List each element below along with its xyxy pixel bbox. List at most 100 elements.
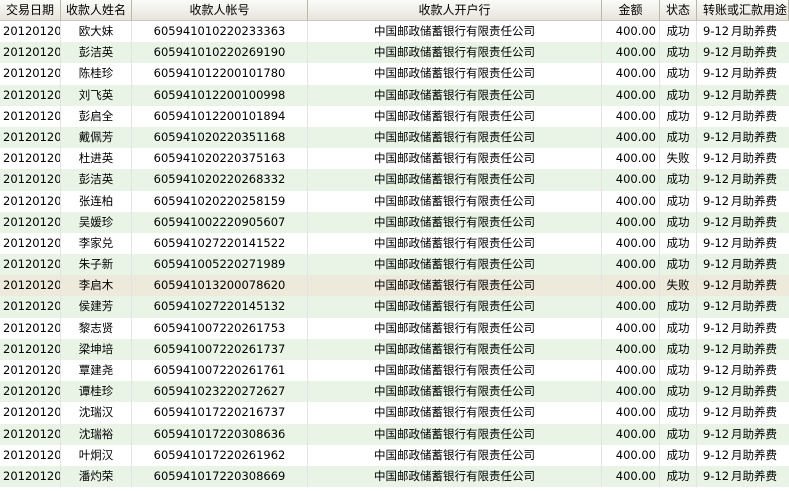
payee-bank-cell: 中国邮政储蓄银行有限责任公司 [308,381,602,403]
payee-name-cell: 戴佩芳 [61,126,132,149]
column-header-payee-name[interactable]: 收款人姓名 [61,0,132,20]
payee-account-cell: 605941013200078620 [132,275,308,297]
status-cell: 成功 [660,211,697,233]
status-cell: 成功 [660,338,697,360]
amount-cell: 400.00 [602,275,660,297]
purpose-cell: 9-12 月助养费 [697,339,789,360]
payee-account-cell: 605941012200100998 [132,84,308,106]
status-cell: 成功 [660,84,697,106]
purpose-text: 月助养费 [731,257,777,272]
purpose-code: 9-12 [703,278,730,293]
purpose-code: 9-12 [703,172,730,187]
payee-name-cell: 侯建芳 [61,296,132,318]
table-row[interactable]: 20120120 彭启全 605941012200101894 中国邮政储蓄银行有限责… [0,105,789,127]
purpose-cell: 9-12 月助养费 [697,275,789,296]
purpose-code: 9-12 [703,108,730,123]
table-row[interactable]: 20120120 覃建尧 605941007220261761 中国邮政储蓄银行有限责… [0,360,789,382]
column-header-purpose[interactable]: 转账或汇款用途 [697,0,789,20]
payee-name-cell: 黎志贤 [61,317,132,339]
payee-account-cell: 605941012200101780 [132,63,308,85]
date-cell: 20120120 [0,126,61,149]
payee-name-cell: 叶炯汉 [61,444,132,466]
table-row[interactable]: 20120120 黎志贤 605941007220261753 中国邮政储蓄银行有限责… [0,317,789,339]
amount-cell: 400.00 [602,21,660,43]
purpose-text: 月助养费 [731,24,777,38]
purpose-text: 月助养费 [731,193,777,208]
payee-bank-cell: 中国邮政储蓄银行有限责任公司 [308,84,602,106]
date-cell: 20120120 [0,465,61,488]
purpose-code: 9-12 [703,468,730,483]
table-row[interactable]: 20120120 吴媛珍 605941002220905607 中国邮政储蓄银行有限责… [0,211,789,233]
table-row[interactable]: 20120120 潘灼荣 605941017220308669 中国邮政储蓄银行有限责… [0,465,789,488]
amount-cell: 400.00 [602,317,660,339]
table-row[interactable]: 20120120 李启木 605941013200078620 中国邮政储蓄银行有限责… [0,275,789,297]
status-cell: 成功 [660,423,697,445]
column-header-date[interactable]: 交易日期 [0,0,61,20]
column-header-payee-bank[interactable]: 收款人开户行 [308,0,602,20]
table-row[interactable]: 20120120 陈桂珍 605941012200101780 中国邮政储蓄银行有限责… [0,63,789,85]
table-row[interactable]: 20120120 张连柏 605941020220258159 中国邮政储蓄银行有限责… [0,190,789,212]
amount-cell: 400.00 [602,190,660,212]
purpose-cell: 9-12 月助养费 [697,127,789,148]
status-cell: 成功 [660,465,697,488]
purpose-cell: 9-12 月助养费 [697,191,789,212]
transaction-grid: 交易日期 收款人姓名 收款人帐号 收款人开户行 金额 状态 转账或汇款用途 20… [0,0,789,491]
date-cell: 20120120 [0,148,61,170]
payee-bank-cell: 中国邮政储蓄银行有限责任公司 [308,211,602,233]
table-row[interactable]: 20120120 叶炯汉 605941017220261962 中国邮政储蓄银行有限责… [0,444,789,466]
status-cell: 成功 [660,232,697,255]
table-row[interactable]: 20120120 朱子新 605941005220271989 中国邮政储蓄银行有限责… [0,254,789,276]
table-row[interactable]: 20120120 杜进英 605941020220375163 中国邮政储蓄银行有限责… [0,148,789,170]
purpose-code: 9-12 [703,129,730,144]
amount-cell: 400.00 [602,126,660,149]
payee-bank-cell: 中国邮政储蓄银行有限责任公司 [308,423,602,445]
table-row[interactable]: 20120120 彭洁英 605941020220268332 中国邮政储蓄银行有限责… [0,169,789,191]
payee-name-cell: 潘灼荣 [61,465,132,488]
table-row[interactable]: 20120120 侯建芳 605941027220145132 中国邮政储蓄银行有限责… [0,296,789,318]
payee-name-cell: 吴媛珍 [61,211,132,233]
amount-cell: 400.00 [602,296,660,318]
date-cell: 20120120 [0,211,61,233]
table-row[interactable]: 20120120 李家兑 605941027220141522 中国邮政储蓄银行有限责… [0,232,789,255]
payee-name-cell: 李家兑 [61,232,132,255]
status-cell: 成功 [660,169,697,191]
purpose-cell: 9-12 月助养费 [697,169,789,190]
payee-account-cell: 605941017220216737 [132,402,308,424]
purpose-cell: 9-12 月助养费 [697,42,789,63]
date-cell: 20120120 [0,360,61,382]
table-row[interactable]: 20120120 刘飞英 605941012200100998 中国邮政储蓄银行有限责… [0,84,789,106]
payee-bank-cell: 中国邮政储蓄银行有限责任公司 [308,444,602,466]
table-row[interactable]: 20120120 谭桂珍 605941023220272627 中国邮政储蓄银行有限责… [0,381,789,403]
payee-bank-cell: 中国邮政储蓄银行有限责任公司 [308,296,602,318]
table-row[interactable]: 20120120 沈瑞裕 605941017220308636 中国邮政储蓄银行有限责… [0,423,789,445]
date-cell: 20120120 [0,105,61,127]
column-header-payee-account[interactable]: 收款人帐号 [132,0,308,20]
payee-name-cell: 朱子新 [61,254,132,276]
table-row[interactable]: 20120120 彭洁英 605941010220269190 中国邮政储蓄银行有限责… [0,42,789,64]
purpose-code: 9-12 [703,384,730,399]
payee-bank-cell: 中国邮政储蓄银行有限责任公司 [308,21,602,43]
amount-cell: 400.00 [602,42,660,64]
table-row[interactable]: 20120120 沈瑞汉 605941017220216737 中国邮政储蓄银行有限责… [0,402,789,424]
status-cell: 成功 [660,317,697,339]
table-row[interactable]: 20120120 梁坤培 605941007220261737 中国邮政储蓄银行有限责… [0,338,789,360]
amount-cell: 400.00 [602,360,660,382]
payee-bank-cell: 中国邮政储蓄银行有限责任公司 [308,190,602,212]
date-cell: 20120120 [0,338,61,360]
payee-name-cell: 张连柏 [61,190,132,212]
table-row[interactable]: 20120120 欧大妹 605941010220233363 中国邮政储蓄银行有限责… [0,21,789,43]
payee-account-cell: 605941012200101894 [132,105,308,127]
payee-account-cell: 605941020220351168 [132,126,308,149]
status-cell: 成功 [660,254,697,276]
column-header-amount[interactable]: 金额 [602,0,660,20]
column-header-status[interactable]: 状态 [660,0,697,20]
amount-cell: 400.00 [602,465,660,488]
purpose-code: 9-12 [703,447,730,462]
purpose-text: 月助养费 [731,363,777,377]
purpose-code: 9-12 [703,151,730,166]
payee-account-cell: 605941007220261761 [132,360,308,382]
status-cell: 成功 [660,190,697,212]
table-row[interactable]: 20120120 戴佩芳 605941020220351168 中国邮政储蓄银行有限责… [0,126,789,149]
purpose-cell: 9-12 月助养费 [697,106,789,127]
purpose-text: 月助养费 [731,278,777,293]
